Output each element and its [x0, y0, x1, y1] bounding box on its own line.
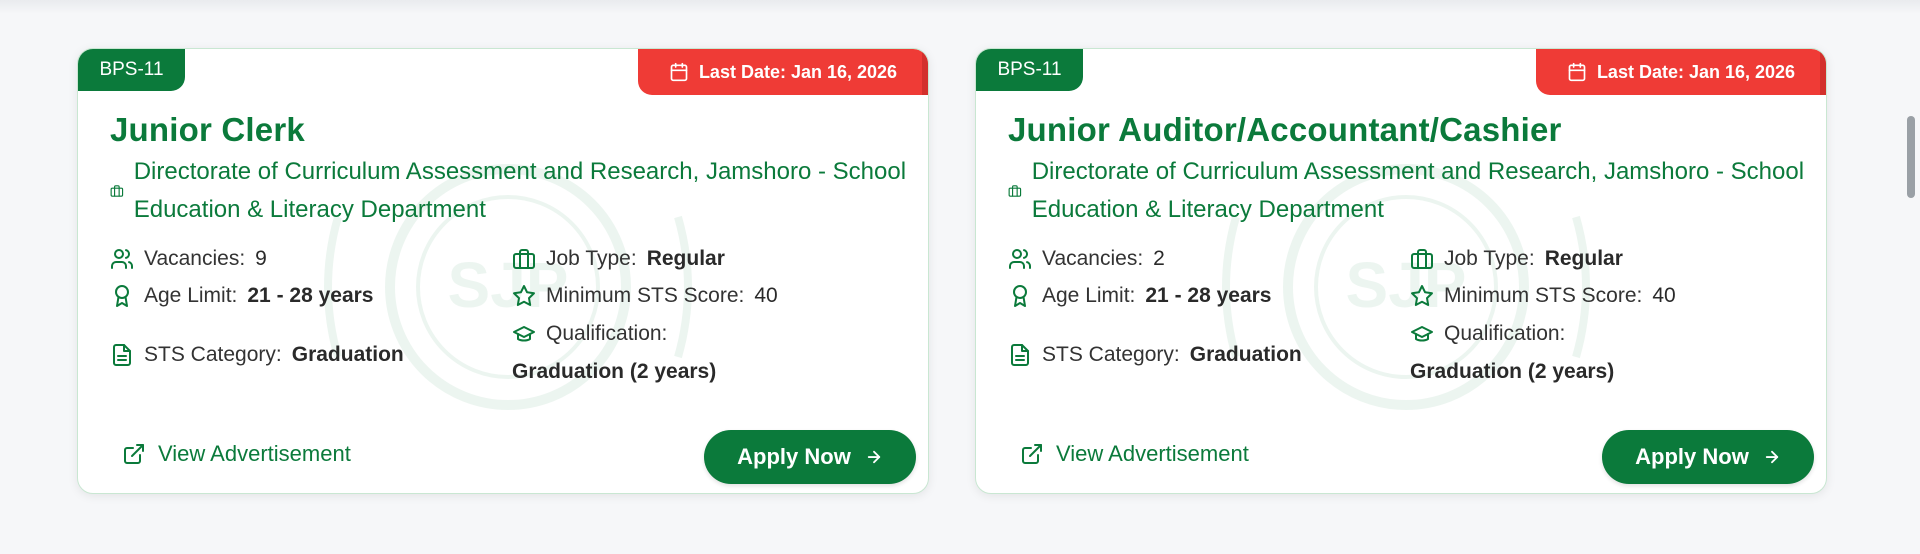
award-icon	[115, 285, 129, 307]
vertical-scrollbar[interactable]	[1907, 116, 1915, 198]
document-icon	[113, 344, 131, 366]
age-limit-value: 21 - 28 years	[1145, 284, 1272, 307]
sts-category-label: STS Category:	[144, 343, 282, 366]
job-type-row: Job Type: Regular	[512, 247, 725, 271]
view-advertisement-label: View Advertisement	[1056, 441, 1249, 466]
last-date-text: Last Date: Jan 16, 2026	[698, 61, 898, 82]
job-cards-row: SJP BPS-11 Last Date: Jan 16, 2026 Junio…	[0, 0, 1920, 554]
calendar-icon	[1568, 62, 1586, 82]
qualification-row: Qualification:	[512, 322, 667, 346]
briefcase-icon	[1411, 249, 1433, 269]
document-icon	[1011, 344, 1029, 366]
min-sts-row: Minimum STS Score: 40	[512, 284, 778, 308]
apply-now-label: Apply Now	[737, 444, 851, 469]
briefcase-icon	[1008, 185, 1022, 197]
min-sts-label: Minimum STS Score:	[546, 284, 745, 307]
department-name: Directorate of Curriculum Assessment and…	[1031, 158, 1805, 223]
department-row: Directorate of Curriculum Assessment and…	[110, 153, 910, 229]
job-type-row: Job Type: Regular	[1410, 247, 1623, 271]
job-title: Junior Auditor/Accountant/Cashier	[1008, 111, 1562, 148]
star-icon	[513, 285, 535, 307]
view-advertisement-label: View Advertisement	[158, 441, 351, 466]
job-card: SJP BPS-11 Last Date: Jan 16, 2026 Junio…	[77, 48, 929, 494]
vacancies-row: Vacancies: 2	[1008, 247, 1165, 271]
qualification-row: Qualification:	[1410, 322, 1565, 346]
sts-category-label: STS Category:	[1042, 343, 1180, 366]
apply-now-label: Apply Now	[1635, 444, 1749, 469]
department-name: Directorate of Curriculum Assessment and…	[133, 158, 907, 223]
qualification-label: Qualification:	[546, 322, 668, 345]
job-details: Vacancies: 2 Age Limit: 21 - 28 years ST…	[1008, 247, 1808, 447]
job-type-label: Job Type:	[546, 247, 637, 270]
graduation-cap-icon	[1411, 326, 1433, 342]
users-icon	[1009, 249, 1031, 269]
sts-category-value: Graduation	[291, 343, 404, 366]
age-limit-value: 21 - 28 years	[247, 284, 374, 307]
min-sts-label: Minimum STS Score:	[1444, 284, 1643, 307]
min-sts-row: Minimum STS Score: 40	[1410, 284, 1676, 308]
job-details: Vacancies: 9 Age Limit: 21 - 28 years ST…	[110, 247, 910, 447]
last-date-text: Last Date: Jan 16, 2026	[1596, 61, 1796, 82]
job-card: SJP BPS-11 Last Date: Jan 16, 2026 Junio…	[975, 48, 1827, 494]
job-type-label: Job Type:	[1444, 247, 1535, 270]
age-limit-label: Age Limit:	[144, 284, 238, 307]
qualification-value: Graduation (2 years)	[1410, 360, 1615, 383]
qualification-label: Qualification:	[1444, 322, 1566, 345]
vacancies-row: Vacancies: 9	[110, 247, 267, 271]
min-sts-value: 40	[754, 284, 778, 307]
job-type-value: Regular	[1544, 247, 1623, 270]
briefcase-icon	[513, 249, 535, 269]
star-icon	[1411, 285, 1433, 307]
apply-now-button[interactable]: Apply Now	[1602, 430, 1814, 484]
vacancies-value: 9	[255, 247, 267, 270]
age-limit-row: Age Limit: 21 - 28 years	[1008, 284, 1271, 308]
age-limit-label: Age Limit:	[1042, 284, 1136, 307]
grade-badge: BPS-11	[78, 49, 185, 91]
job-title: Junior Clerk	[110, 111, 305, 148]
job-type-value: Regular	[646, 247, 725, 270]
award-icon	[1013, 285, 1027, 307]
graduation-cap-icon	[513, 326, 535, 342]
view-advertisement-link[interactable]: View Advertisement	[1020, 441, 1249, 467]
sts-category-value: Graduation	[1189, 343, 1302, 366]
vacancies-label: Vacancies:	[1042, 247, 1144, 270]
users-icon	[111, 249, 133, 269]
view-advertisement-link[interactable]: View Advertisement	[122, 441, 351, 467]
external-link-icon	[124, 444, 144, 464]
department-row: Directorate of Curriculum Assessment and…	[1008, 153, 1808, 229]
last-date-badge: Last Date: Jan 16, 2026	[1536, 49, 1826, 95]
last-date-badge: Last Date: Jan 16, 2026	[638, 49, 928, 95]
qualification-value: Graduation (2 years)	[512, 360, 717, 383]
briefcase-icon	[110, 185, 124, 197]
apply-now-button[interactable]: Apply Now	[704, 430, 916, 484]
external-link-icon	[1022, 444, 1042, 464]
grade-badge: BPS-11	[976, 49, 1083, 91]
arrow-right-icon	[1765, 450, 1779, 464]
arrow-right-icon	[867, 450, 881, 464]
vacancies-value: 2	[1153, 247, 1165, 270]
min-sts-value: 40	[1652, 284, 1676, 307]
calendar-icon	[670, 62, 688, 82]
sts-category-row: STS Category: Graduation	[110, 343, 404, 367]
age-limit-row: Age Limit: 21 - 28 years	[110, 284, 373, 308]
sts-category-row: STS Category: Graduation	[1008, 343, 1302, 367]
vacancies-label: Vacancies:	[144, 247, 246, 270]
